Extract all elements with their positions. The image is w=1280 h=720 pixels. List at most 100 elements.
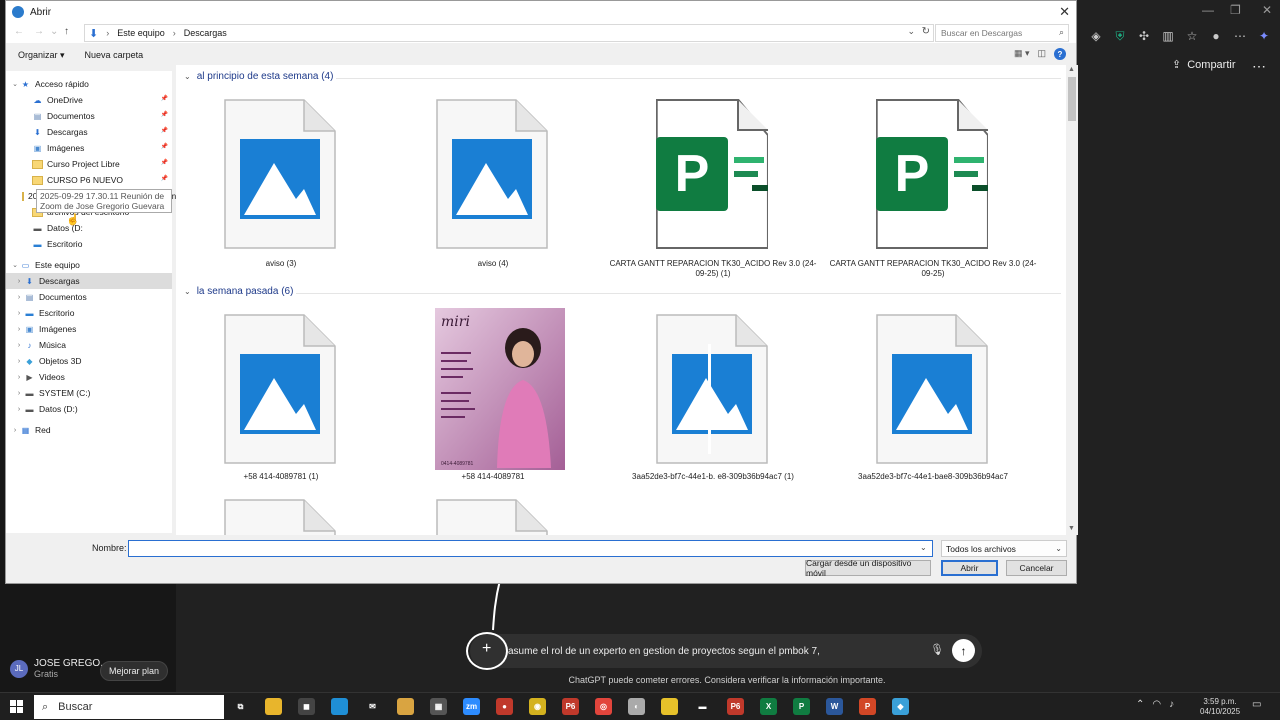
primavera-icon[interactable]: P6 — [727, 698, 744, 715]
file-type-select[interactable]: Todos los archivos ⌄ — [941, 540, 1067, 557]
filename-input[interactable] — [128, 540, 933, 557]
group-header[interactable]: ⌄ la semana pasada (6) — [184, 286, 293, 297]
project-icon[interactable]: P — [793, 698, 810, 715]
nav-item[interactable]: › ▤ Documentos — [6, 289, 172, 305]
mobile-upload-button[interactable]: Cargar desde un dispositivo móvil — [805, 558, 931, 578]
calculator-icon[interactable]: ▦ — [430, 698, 447, 715]
app-icon[interactable]: ◆ — [892, 698, 909, 715]
app-yellow-icon[interactable]: ◉ — [529, 698, 546, 715]
nav-item[interactable]: › ▦ Red — [6, 422, 172, 438]
file-tile[interactable]: 3aa52de3-bf7c-44e1-bae8-309b36b94ac7 — [828, 314, 1038, 499]
file-tile[interactable]: aviso (3) — [176, 99, 386, 284]
app-icon[interactable]: ◐ — [628, 698, 645, 715]
chevron-icon[interactable]: › — [14, 374, 24, 381]
nav-item[interactable]: ▣ Imágenes 📌 — [6, 140, 172, 156]
app-red-icon[interactable]: ● — [496, 698, 513, 715]
chevron-icon[interactable]: › — [14, 294, 24, 301]
search-input[interactable]: Buscar en Descargas ⌕ — [935, 24, 1069, 42]
close-icon[interactable]: ✕ — [1059, 4, 1070, 20]
chevron-icon[interactable]: › — [14, 358, 24, 365]
chevron-icon[interactable]: › — [14, 278, 24, 285]
group-header[interactable]: ⌄ al principio de esta semana (4) — [184, 71, 333, 82]
nav-item[interactable]: ▬ Datos (D: — [6, 220, 172, 236]
chevron-icon[interactable]: › — [14, 310, 24, 317]
taskbar-search[interactable]: ⌕ Buscar — [34, 695, 224, 719]
nav-item[interactable]: › ⬇ Descargas — [6, 273, 172, 289]
nav-item[interactable]: ⌄ ★ Acceso rápido — [6, 76, 172, 92]
scroll-down-icon[interactable]: ▼ — [1068, 525, 1075, 532]
file-tile[interactable]: +58 414-4089781 (1) — [176, 314, 386, 499]
chevron-down-icon[interactable]: ⌄ — [907, 26, 915, 37]
file-tile[interactable]: P CARTA GANTT REPARACION TK30_ACIDO Rev 3… — [608, 99, 818, 284]
filename-label: Nombre: — [92, 543, 127, 553]
nav-item[interactable]: › ♪ Música — [6, 337, 172, 353]
chevron-icon[interactable]: › — [14, 342, 24, 349]
app-icon[interactable] — [661, 698, 678, 715]
file-tile[interactable] — [176, 499, 386, 535]
up-icon[interactable]: ↑ — [64, 26, 69, 37]
windows-start-icon[interactable] — [10, 700, 23, 713]
chevron-icon[interactable]: › — [14, 406, 24, 413]
breadcrumb-downloads[interactable]: Descargas — [184, 28, 227, 38]
nav-item[interactable]: ☁ OneDrive 📌 — [6, 92, 172, 108]
file-explorer-icon[interactable] — [265, 698, 282, 715]
app-icon[interactable] — [397, 698, 414, 715]
edge-icon[interactable] — [331, 698, 348, 715]
nav-item[interactable]: CURSO P6 NUEVO 📌 — [6, 172, 172, 188]
nav-item[interactable]: ⌄ ▭ Este equipo — [6, 257, 172, 273]
nav-item[interactable]: › ▣ Imágenes — [6, 321, 172, 337]
forward-icon[interactable]: → — [34, 26, 44, 37]
nav-item[interactable]: › ▬ SYSTEM (C:) — [6, 385, 172, 401]
nav-item[interactable]: ▤ Documentos 📌 — [6, 108, 172, 124]
nav-item[interactable]: Curso Project Libre 📌 — [6, 156, 172, 172]
nav-item[interactable]: ⬇ Descargas 📌 — [6, 124, 172, 140]
nav-item-label: CURSO P6 NUEVO — [47, 175, 124, 185]
word-icon[interactable]: W — [826, 698, 843, 715]
clock[interactable]: 3:59 p.m. 04/10/2025 — [1200, 697, 1240, 717]
open-button[interactable]: Abrir — [941, 560, 998, 576]
view-mode-icon[interactable]: ▦ ▾ — [1014, 48, 1030, 60]
scroll-up-icon[interactable]: ▲ — [1068, 66, 1075, 73]
nav-item[interactable]: › ▶ Videos — [6, 369, 172, 385]
new-folder-button[interactable]: Nueva carpeta — [85, 50, 144, 60]
nav-item[interactable]: ▬ Escritorio — [6, 236, 172, 252]
primavera-icon[interactable]: P6 — [562, 698, 579, 715]
volume-icon[interactable]: ♪ — [1169, 699, 1174, 710]
nav-item[interactable]: › ▬ Datos (D:) — [6, 401, 172, 417]
scrollbar[interactable]: ▲ ▼ — [1066, 65, 1078, 535]
nav-item[interactable]: › ▬ Escritorio — [6, 305, 172, 321]
back-icon[interactable]: ← — [14, 26, 24, 37]
chevron-up-icon[interactable]: ⌃ — [1136, 699, 1144, 710]
nav-item[interactable]: › ◆ Objetos 3D — [6, 353, 172, 369]
file-tile[interactable] — [388, 499, 598, 535]
mail-icon[interactable]: ✉ — [364, 698, 381, 715]
refresh-icon[interactable]: ↻ — [922, 26, 930, 37]
help-icon[interactable]: ? — [1054, 48, 1066, 60]
chevron-icon[interactable]: › — [10, 427, 20, 434]
file-tile[interactable]: miri 0414-4089781 +58 414-4089781 — [388, 308, 598, 499]
chrome-icon[interactable]: ◎ — [595, 698, 612, 715]
scroll-thumb[interactable] — [1068, 77, 1076, 121]
preview-pane-icon[interactable]: ◫ — [1037, 48, 1046, 60]
powerpoint-icon[interactable]: P — [859, 698, 876, 715]
file-tile[interactable]: 3aa52de3-bf7c-44e1-b. e8-309b36b94ac7 (1… — [608, 314, 818, 499]
history-chevron-icon[interactable]: ⌄ — [50, 26, 58, 37]
organize-button[interactable]: Organizar ▾ — [18, 50, 65, 61]
file-tile[interactable]: aviso (4) — [388, 99, 598, 284]
file-tile[interactable]: P CARTA GANTT REPARACION TK30_ACIDO Rev 3… — [828, 99, 1038, 284]
chevron-down-icon[interactable]: ⌄ — [920, 543, 927, 552]
app-icon[interactable]: ▬ — [694, 698, 711, 715]
notification-icon[interactable]: ▭ — [1252, 699, 1261, 710]
chevron-icon[interactable]: ⌄ — [10, 261, 20, 269]
cancel-button[interactable]: Cancelar — [1006, 560, 1067, 576]
chevron-icon[interactable]: ⌄ — [10, 80, 20, 88]
chevron-icon[interactable]: › — [14, 326, 24, 333]
excel-icon[interactable]: X — [760, 698, 777, 715]
task-view-icon[interactable]: ⧉ — [232, 698, 249, 715]
breadcrumb-this-pc[interactable]: Este equipo — [117, 28, 165, 38]
store-icon[interactable]: ◼ — [298, 698, 315, 715]
network-icon[interactable]: ◠ — [1152, 699, 1161, 710]
chevron-icon[interactable]: › — [14, 390, 24, 397]
address-bar[interactable]: ⬇ › Este equipo › Descargas ⌄ ↻ — [84, 24, 934, 42]
zoom-icon[interactable]: zm — [463, 698, 480, 715]
